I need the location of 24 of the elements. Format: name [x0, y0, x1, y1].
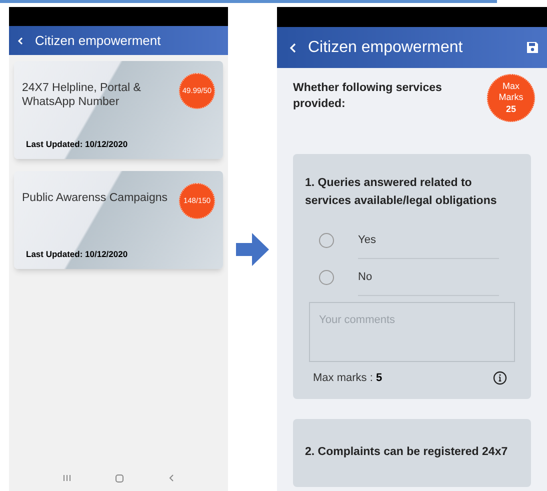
radio-button[interactable] [319, 233, 334, 248]
home-icon[interactable] [115, 474, 124, 482]
right-arrow-icon [236, 232, 269, 266]
last-updated: Last Updated: 10/12/2020 [25, 248, 129, 261]
header-title: Citizen empowerment [35, 32, 161, 50]
option-label: No [358, 259, 499, 296]
max-marks-text: 25 [506, 104, 516, 115]
save-icon[interactable] [526, 41, 539, 54]
option-label: Yes [358, 222, 499, 259]
card-title: 24X7 Helpline, Portal & WhatsApp Number [22, 81, 142, 110]
card-title: Public Awarenss Campaigns [22, 191, 168, 206]
question-text: 1. Queries answered related to services available/legal obligations [304, 176, 498, 209]
max-marks-label: Max marks : 5 [313, 371, 382, 386]
section-heading: Whether following services provided: [293, 81, 443, 112]
info-icon[interactable] [493, 371, 507, 386]
max-marks-text: Marks [498, 92, 524, 104]
question-text: 2. Complaints can be registered 24x7 [305, 446, 508, 458]
last-updated: Last Updated: 10/12/2020 [25, 138, 129, 151]
recent-apps-icon[interactable] [63, 474, 71, 482]
radio-button[interactable] [319, 270, 334, 285]
back-icon[interactable] [168, 474, 174, 482]
max-marks-text: Max [502, 81, 520, 92]
comments-field[interactable]: Your comments [309, 302, 515, 362]
header-title: Citizen empowerment [308, 38, 464, 58]
